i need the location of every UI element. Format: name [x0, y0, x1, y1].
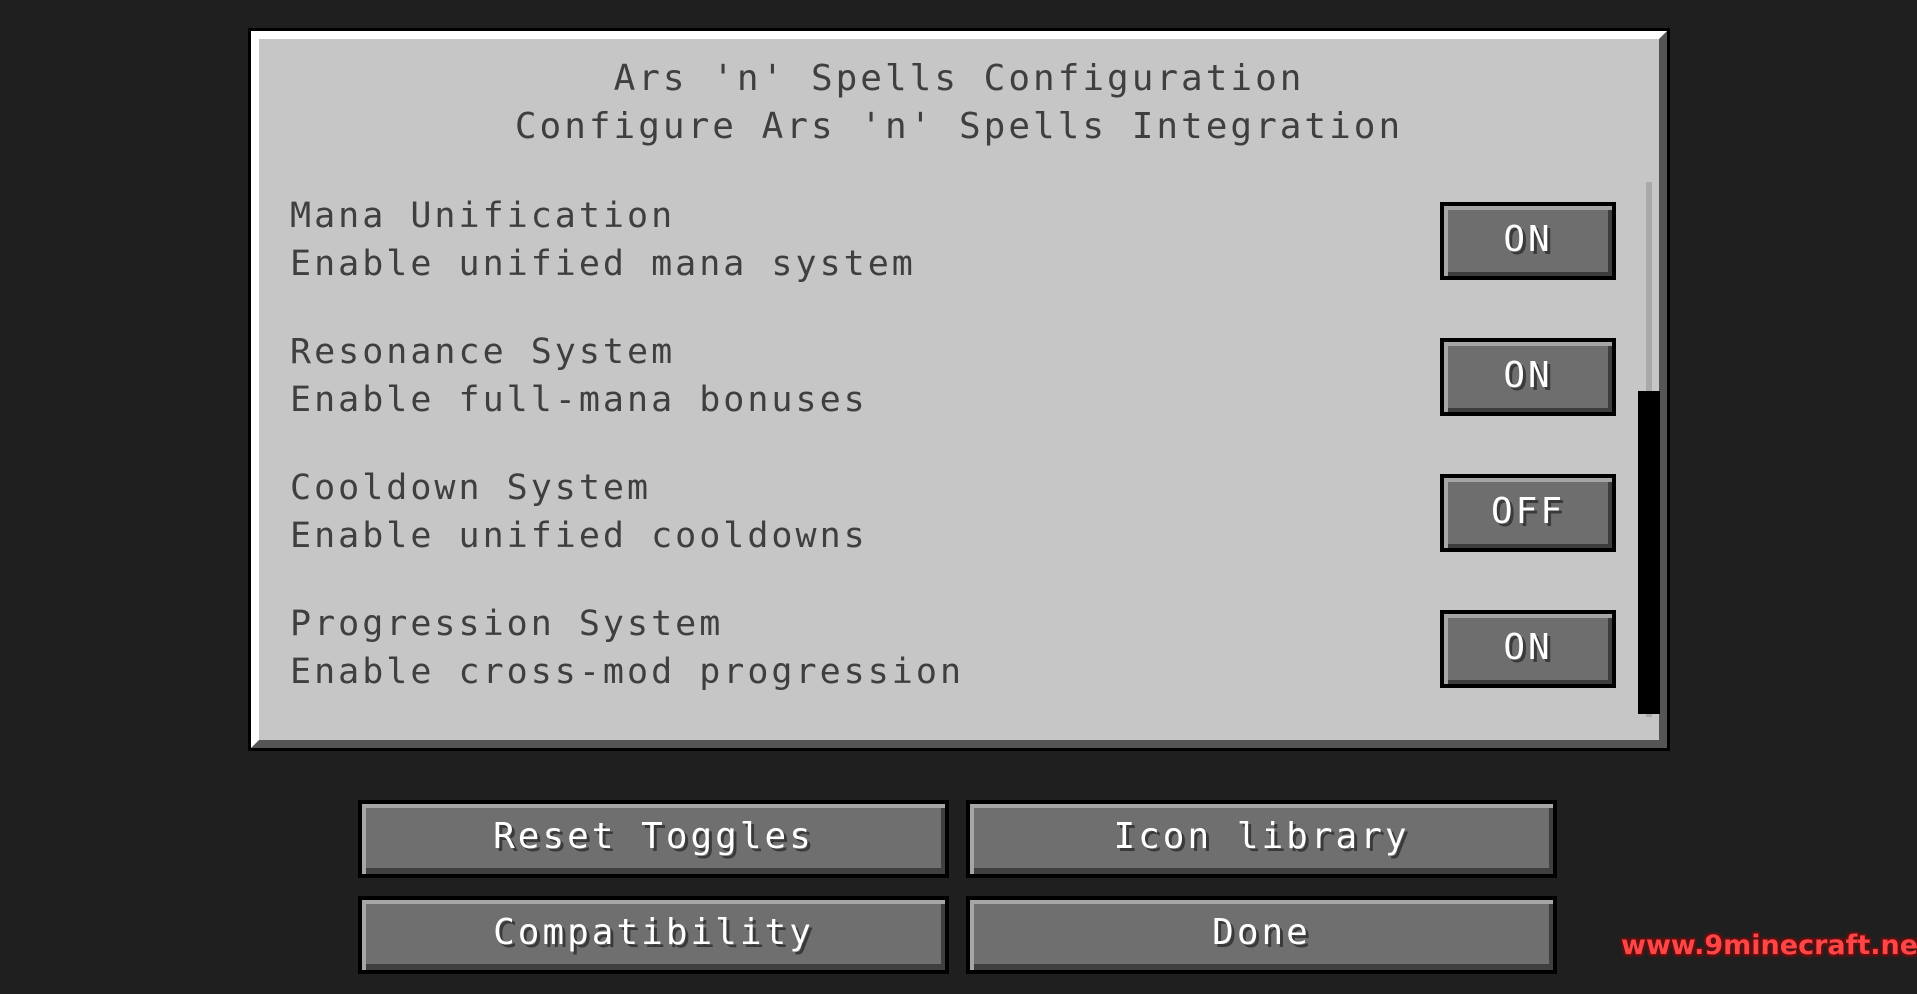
config-panel: Ars 'n' Spells Configuration Configure A… [248, 28, 1670, 751]
option-name-mana-unification: Mana Unification [290, 196, 676, 236]
screen-subtitle: Configure Ars 'n' Spells Integration [514, 106, 1404, 147]
option-description-resonance-system: Enable full-mana bonuses [290, 380, 868, 420]
done-button[interactable]: Done [966, 896, 1557, 974]
toggle-mana-unification[interactable]: ON [1440, 202, 1616, 280]
option-description-cooldown-system: Enable unified cooldowns [290, 516, 868, 556]
reset-toggles-button[interactable]: Reset Toggles [358, 800, 949, 878]
icon-library-button[interactable]: Icon library [966, 800, 1557, 878]
option-description-mana-unification: Enable unified mana system [290, 244, 916, 284]
toggle-progression-system[interactable]: ON [1440, 610, 1616, 688]
option-description-progression-system: Enable cross-mod progression [290, 652, 965, 692]
option-name-progression-system: Progression System [290, 604, 724, 644]
option-name-resonance-system: Resonance System [290, 332, 676, 372]
option-name-cooldown-system: Cooldown System [290, 468, 652, 508]
watermark: www.9minecraft.net [1621, 930, 1917, 961]
toggle-cooldown-system[interactable]: OFF [1440, 474, 1616, 552]
compatibility-button[interactable]: Compatibility [358, 896, 949, 974]
scrollbar-thumb[interactable] [1638, 391, 1660, 714]
toggle-resonance-system[interactable]: ON [1440, 338, 1616, 416]
screen-title: Ars 'n' Spells Configuration [613, 58, 1305, 99]
